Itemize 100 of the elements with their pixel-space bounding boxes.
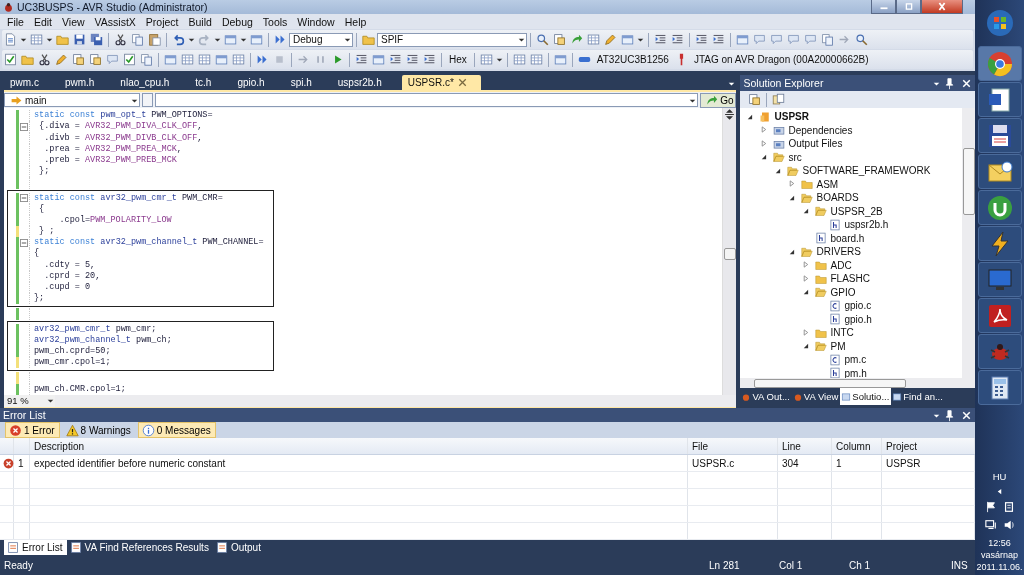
scissors-icon[interactable]	[114, 33, 127, 47]
menu-item[interactable]: Tools	[257, 15, 293, 28]
function-dropdown[interactable]: main	[4, 93, 140, 108]
column-header[interactable]: File	[688, 438, 778, 455]
tree-item[interactable]: GPIO	[830, 286, 856, 298]
document-tab[interactable]: USPSR.c*	[401, 75, 481, 91]
maximize-button[interactable]	[896, 0, 921, 14]
menu-item[interactable]: Edit	[28, 15, 57, 28]
taskbar-button[interactable]	[977, 154, 1022, 189]
window-icon[interactable]	[215, 53, 228, 67]
tree-item[interactable]: DRIVERS	[816, 246, 861, 258]
project-dropdown[interactable]: SPIF	[377, 32, 527, 47]
document-tab[interactable]: pwm.h	[58, 75, 105, 91]
pencil-icon[interactable]	[604, 33, 617, 47]
go-button[interactable]: Go	[700, 92, 737, 108]
hex-button[interactable]: Hex	[445, 54, 471, 66]
filter-toggle[interactable]: 1 Error	[5, 422, 60, 439]
horizontal-scrollbar[interactable]	[740, 378, 975, 389]
tree-item[interactable]: src	[788, 151, 802, 163]
menu-item[interactable]: VAssistX	[89, 15, 141, 28]
tree-item[interactable]: INTC	[830, 327, 854, 339]
caret-icon[interactable]	[996, 488, 1003, 495]
taskbar-button[interactable]	[977, 226, 1022, 261]
undo-icon[interactable]	[172, 33, 185, 47]
scroll-thumb[interactable]	[963, 148, 975, 216]
tree-item[interactable]: gpio.h	[844, 313, 872, 325]
column-header[interactable]: Column	[832, 438, 882, 455]
menu-item[interactable]: File	[2, 15, 29, 28]
collapse-arrow-icon[interactable]	[760, 153, 768, 161]
language-indicator[interactable]: HU	[992, 471, 1007, 482]
taskbar-button[interactable]	[977, 118, 1022, 153]
tree-item[interactable]: pm.h	[844, 367, 867, 379]
tree-item[interactable]: board.h	[830, 232, 865, 244]
panel-tab[interactable]: Error List	[4, 540, 67, 556]
document-tab[interactable]: spi.h	[284, 75, 322, 91]
clock-time[interactable]: 12:56	[988, 537, 1011, 549]
menu-item[interactable]: Project	[140, 15, 184, 28]
grid-icon[interactable]	[587, 33, 600, 47]
collapse-arrow-icon[interactable]	[788, 193, 796, 201]
taskbar-button[interactable]	[977, 82, 1022, 117]
collapse-icon[interactable]	[20, 122, 28, 131]
expand-arrow-icon[interactable]	[802, 274, 810, 282]
checklist-icon[interactable]	[123, 53, 136, 67]
speaker-icon[interactable]	[1002, 519, 1015, 531]
collapse-icon[interactable]	[20, 194, 28, 203]
member-dropdown[interactable]	[155, 93, 699, 108]
document-tab[interactable]: gpio.h	[231, 75, 275, 91]
window-icon[interactable]	[164, 53, 177, 67]
close-button[interactable]	[921, 0, 963, 14]
collapse-icon[interactable]	[20, 238, 28, 247]
tree-item[interactable]: SOFTWARE_FRAMEWORK	[802, 165, 931, 177]
menu-item[interactable]: Window	[292, 15, 340, 28]
configuration-dropdown[interactable]: Debug	[289, 32, 353, 47]
splitter-icon[interactable]	[724, 109, 736, 121]
expand-arrow-icon[interactable]	[760, 126, 768, 134]
document-tab[interactable]: nlao_cpu.h	[114, 75, 180, 91]
panel-tab[interactable]: VA View	[791, 388, 841, 406]
panel-tab[interactable]: VA Find References Results	[66, 540, 213, 556]
tree-item[interactable]: BOARDS	[816, 192, 859, 204]
copy-icon[interactable]	[140, 53, 153, 67]
zoom-dropdown[interactable]: 91 %	[4, 394, 55, 407]
flag-icon[interactable]	[984, 501, 997, 513]
expand-arrow-icon[interactable]	[802, 261, 810, 269]
collapse-arrow-icon[interactable]	[802, 288, 810, 296]
folder-icon[interactable]	[362, 33, 375, 47]
grid-icon[interactable]	[198, 53, 211, 67]
taskbar-button[interactable]	[977, 190, 1022, 225]
expand-arrow-icon[interactable]	[788, 180, 796, 188]
properties-icon[interactable]	[72, 53, 85, 67]
filter-toggle[interactable]: 8 Warnings	[61, 422, 136, 439]
document-tab[interactable]: uspsr2b.h	[331, 75, 392, 91]
pin-icon[interactable]	[943, 408, 956, 422]
clipboard-icon[interactable]	[148, 33, 161, 47]
checklist-icon[interactable]	[4, 53, 17, 67]
window-icon[interactable]	[736, 33, 749, 47]
vertical-scrollbar[interactable]	[722, 108, 737, 395]
collapse-arrow-icon[interactable]	[774, 166, 782, 174]
panel-tab[interactable]: Solutio...	[840, 388, 892, 406]
panel-tab[interactable]: Output	[212, 540, 265, 556]
collapse-arrow-icon[interactable]	[802, 207, 810, 215]
expand-arrow-icon[interactable]	[760, 139, 768, 147]
device-icon[interactable]	[1002, 501, 1015, 513]
properties-icon[interactable]	[89, 53, 102, 67]
menu-item[interactable]: Help	[339, 15, 372, 28]
files-icon[interactable]	[772, 93, 786, 107]
expand-arrow-icon[interactable]	[802, 328, 810, 336]
minimize-button[interactable]	[871, 0, 896, 14]
tree-item[interactable]: pm.c	[844, 354, 867, 366]
tree-item[interactable]: ASM	[816, 178, 839, 190]
properties-icon[interactable]	[553, 33, 566, 47]
spin-button[interactable]	[142, 93, 153, 108]
tree-item[interactable]: PM	[830, 340, 846, 352]
taskbar-button[interactable]	[977, 370, 1022, 405]
pin-icon[interactable]	[943, 76, 956, 90]
tree-item[interactable]: USPSR_2B	[830, 205, 883, 217]
menu-item[interactable]: Debug	[216, 15, 258, 28]
collapse-arrow-icon[interactable]	[746, 112, 754, 120]
scroll-thumb[interactable]	[754, 379, 907, 389]
properties-icon[interactable]	[748, 93, 762, 107]
tree-item[interactable]: FLASHC	[830, 273, 870, 285]
